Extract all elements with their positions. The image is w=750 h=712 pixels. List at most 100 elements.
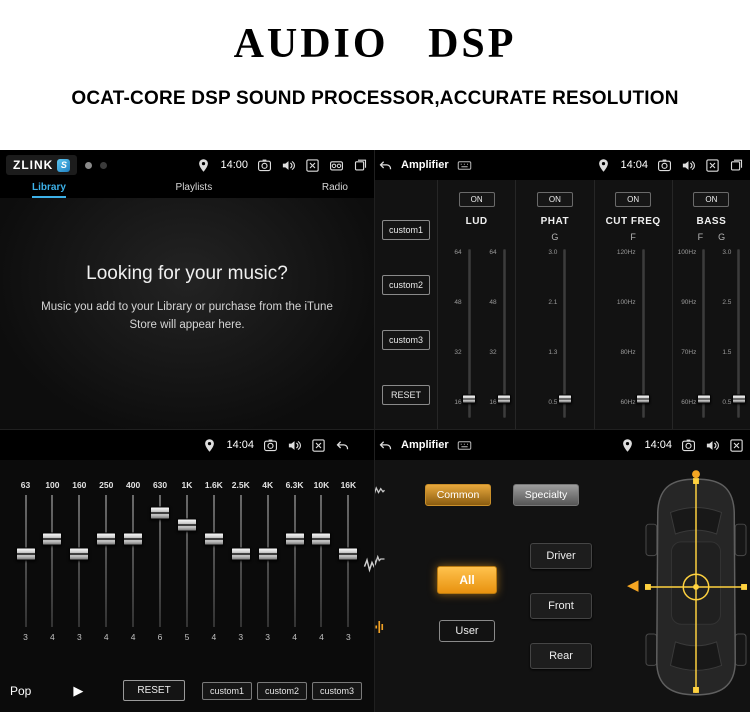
scale-tick: 16	[454, 399, 462, 406]
dsp-slider[interactable]: 64 48 32 16	[478, 247, 512, 420]
dsp-slider[interactable]: 3.0 2.1 1.3 0.5	[538, 247, 572, 420]
car-top-view-graphic[interactable]	[645, 468, 747, 702]
scale-tick: 60Hz	[681, 399, 697, 406]
tab-common[interactable]: Common	[425, 484, 491, 506]
slider-thumb[interactable]	[176, 518, 197, 532]
speaker-icon[interactable]	[681, 158, 696, 173]
slider-thumb[interactable]	[257, 547, 278, 561]
slider-thumb[interactable]	[497, 394, 512, 404]
eq-preset-selector[interactable]: Pop	[10, 684, 31, 698]
slider-thumb[interactable]	[338, 547, 359, 561]
waveform-icon-active[interactable]	[375, 618, 386, 636]
eq-band-slider[interactable]	[201, 495, 226, 627]
slider-thumb[interactable]	[123, 532, 144, 546]
zone-user-button[interactable]: User	[439, 620, 495, 642]
preset-custom3-button[interactable]: custom3	[382, 330, 430, 350]
eq-band-slider[interactable]	[121, 495, 146, 627]
slider-thumb[interactable]	[96, 532, 117, 546]
channel-name: BASS	[696, 216, 727, 227]
slider-thumb[interactable]	[230, 547, 251, 561]
location-pin-icon[interactable]	[596, 158, 611, 173]
camera-icon[interactable]	[657, 158, 672, 173]
eq-band-slider[interactable]	[174, 495, 199, 627]
channel-name: PHAT	[540, 216, 570, 227]
dsp-slider[interactable]: 120Hz 100Hz 80Hz 60Hz	[617, 247, 651, 420]
recents-icon[interactable]	[353, 158, 368, 173]
preset-custom1-button[interactable]: custom1	[382, 220, 430, 240]
recents-icon[interactable]	[729, 158, 744, 173]
eq-band-slider[interactable]	[282, 495, 307, 627]
eq-band-slider[interactable]	[148, 495, 173, 627]
location-pin-icon[interactable]	[620, 438, 635, 453]
slider-thumb[interactable]	[150, 506, 171, 520]
close-box-icon[interactable]	[305, 158, 320, 173]
tab-specialty[interactable]: Specialty	[513, 484, 579, 506]
close-box-icon[interactable]	[705, 158, 720, 173]
tab-library[interactable]: Library	[32, 182, 66, 198]
dsp-slider[interactable]: 64 48 32 16	[443, 247, 477, 420]
slider-thumb[interactable]	[15, 547, 36, 561]
speaker-icon[interactable]	[281, 158, 296, 173]
channel-on-button[interactable]: ON	[536, 192, 573, 207]
slider-thumb[interactable]	[557, 394, 572, 404]
tab-playlists[interactable]: Playlists	[176, 182, 213, 198]
slider-thumb[interactable]	[311, 532, 332, 546]
eq-reset-button[interactable]: RESET	[123, 680, 185, 701]
eq-band-slider[interactable]	[13, 495, 38, 627]
dsp-slider[interactable]: 3.0 2.5 1.5 0.5	[712, 247, 746, 420]
speaker-icon[interactable]	[287, 438, 302, 453]
eq-band-slider[interactable]	[67, 495, 92, 627]
eq-band-slider[interactable]	[336, 495, 361, 627]
seat-front-button[interactable]: Front	[530, 593, 592, 619]
channel-on-button[interactable]: ON	[615, 192, 652, 207]
eq-band-slider[interactable]	[40, 495, 65, 627]
slider-thumb[interactable]	[636, 394, 651, 404]
waveform-icon[interactable]	[375, 550, 386, 568]
location-pin-icon[interactable]	[196, 158, 211, 173]
preset-custom3-button[interactable]: custom3	[311, 681, 362, 700]
preset-reset-button[interactable]: RESET	[382, 385, 430, 405]
keyboard-icon[interactable]	[457, 438, 472, 453]
slider-thumb[interactable]	[203, 532, 224, 546]
keyboard-icon[interactable]	[457, 158, 472, 173]
back-icon[interactable]	[378, 158, 393, 173]
fader-balance-screen: Amplifier 14:04 Common Specialty All User …	[375, 430, 750, 712]
tab-radio[interactable]: Radio	[322, 182, 348, 198]
eq-band-slider[interactable]	[228, 495, 253, 627]
location-pin-icon[interactable]	[202, 438, 217, 453]
play-icon[interactable]: ▶	[73, 684, 83, 697]
preset-custom2-button[interactable]: custom2	[256, 681, 307, 700]
channel-on-button[interactable]: ON	[693, 192, 730, 207]
channel-sliders: 100Hz 90Hz 70Hz 60Hz 3.0 2.5 1.5 0.5	[677, 243, 746, 429]
camera-icon[interactable]	[263, 438, 278, 453]
seat-rear-button[interactable]: Rear	[530, 643, 592, 669]
preset-custom1-button[interactable]: custom1	[201, 681, 252, 700]
slider-track	[702, 249, 706, 418]
slider-thumb[interactable]	[731, 394, 746, 404]
camera-icon[interactable]	[257, 158, 272, 173]
seat-driver-button[interactable]: Driver	[530, 543, 592, 569]
back-icon[interactable]	[378, 438, 393, 453]
waveform-icon[interactable]	[375, 482, 386, 500]
zone-all-button[interactable]: All	[437, 566, 497, 594]
back-icon[interactable]	[335, 438, 350, 453]
close-box-icon[interactable]	[729, 438, 744, 453]
slider-thumb[interactable]	[42, 532, 63, 546]
speaker-icon[interactable]	[705, 438, 720, 453]
eq-band-slider[interactable]	[309, 495, 334, 627]
eq-band-slider[interactable]	[255, 495, 280, 627]
eq-band-slider[interactable]	[94, 495, 119, 627]
music-empty-text: Music you add to your Library or purchas…	[41, 299, 333, 335]
radio-icon[interactable]	[329, 158, 344, 173]
zlink-logo[interactable]: ZLINK S	[6, 155, 78, 175]
dsp-slider[interactable]: 100Hz 90Hz 70Hz 60Hz	[677, 247, 711, 420]
slider-thumb[interactable]	[696, 394, 711, 404]
slider-thumb[interactable]	[69, 547, 90, 561]
chevron-left-icon[interactable]: ◀	[627, 576, 639, 594]
channel-on-button[interactable]: ON	[458, 192, 495, 207]
camera-icon[interactable]	[681, 438, 696, 453]
slider-thumb[interactable]	[462, 394, 477, 404]
slider-thumb[interactable]	[284, 532, 305, 546]
close-box-icon[interactable]	[311, 438, 326, 453]
preset-custom2-button[interactable]: custom2	[382, 275, 430, 295]
